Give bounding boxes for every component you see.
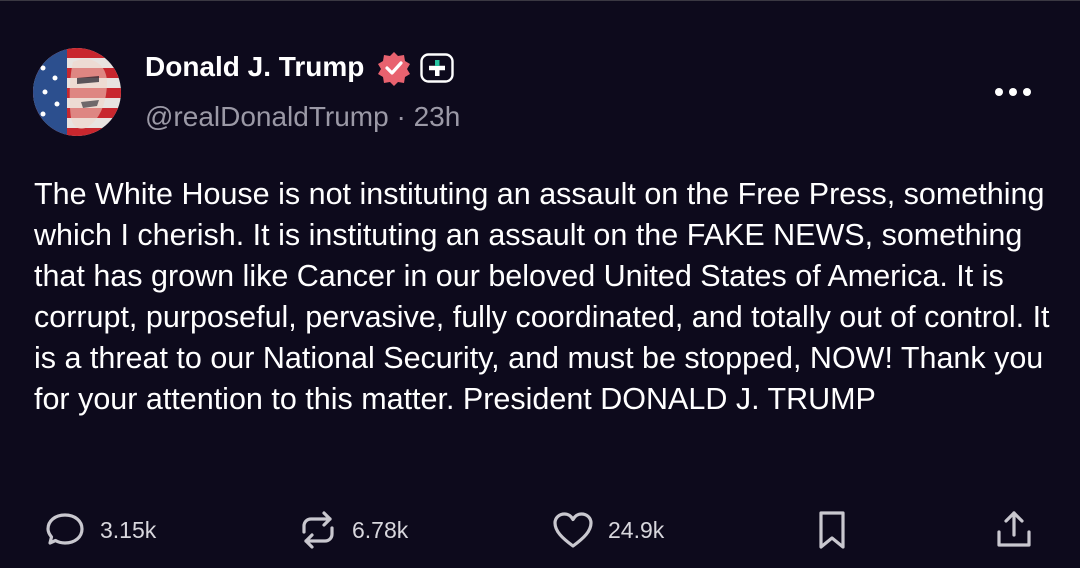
verified-badge-icon	[376, 50, 412, 86]
avatar[interactable]	[33, 48, 121, 136]
author-meta: @realDonaldTrump · 23h	[145, 100, 460, 134]
repost-count: 6.78k	[352, 517, 409, 543]
reply-icon	[46, 513, 84, 545]
reply-button[interactable]: 3.15k	[44, 506, 156, 554]
repost-icon	[302, 511, 334, 549]
share-button[interactable]	[992, 506, 1036, 554]
author-handle[interactable]: @realDonaldTrump	[145, 101, 389, 132]
repost-button[interactable]: 6.78k	[296, 506, 408, 554]
meta-separator: ·	[396, 101, 406, 132]
more-options-button[interactable]	[990, 80, 1036, 104]
reply-count: 3.15k	[100, 517, 157, 543]
post-body: The White House is not instituting an as…	[34, 177, 1050, 416]
top-divider	[0, 0, 1080, 1]
heart-icon	[553, 512, 593, 548]
author-display-name[interactable]: Donald J. Trump	[145, 50, 364, 84]
post-view: Donald J. Trump @realDonaldTrump · 23h T…	[0, 0, 1080, 568]
post-time[interactable]: 23h	[414, 101, 461, 132]
plus-badge-icon	[420, 53, 454, 83]
like-count: 24.9k	[608, 517, 665, 543]
share-icon	[997, 511, 1031, 547]
like-button[interactable]: 24.9k	[550, 506, 664, 554]
bookmark-button[interactable]	[812, 506, 852, 554]
bookmark-icon	[819, 511, 845, 549]
